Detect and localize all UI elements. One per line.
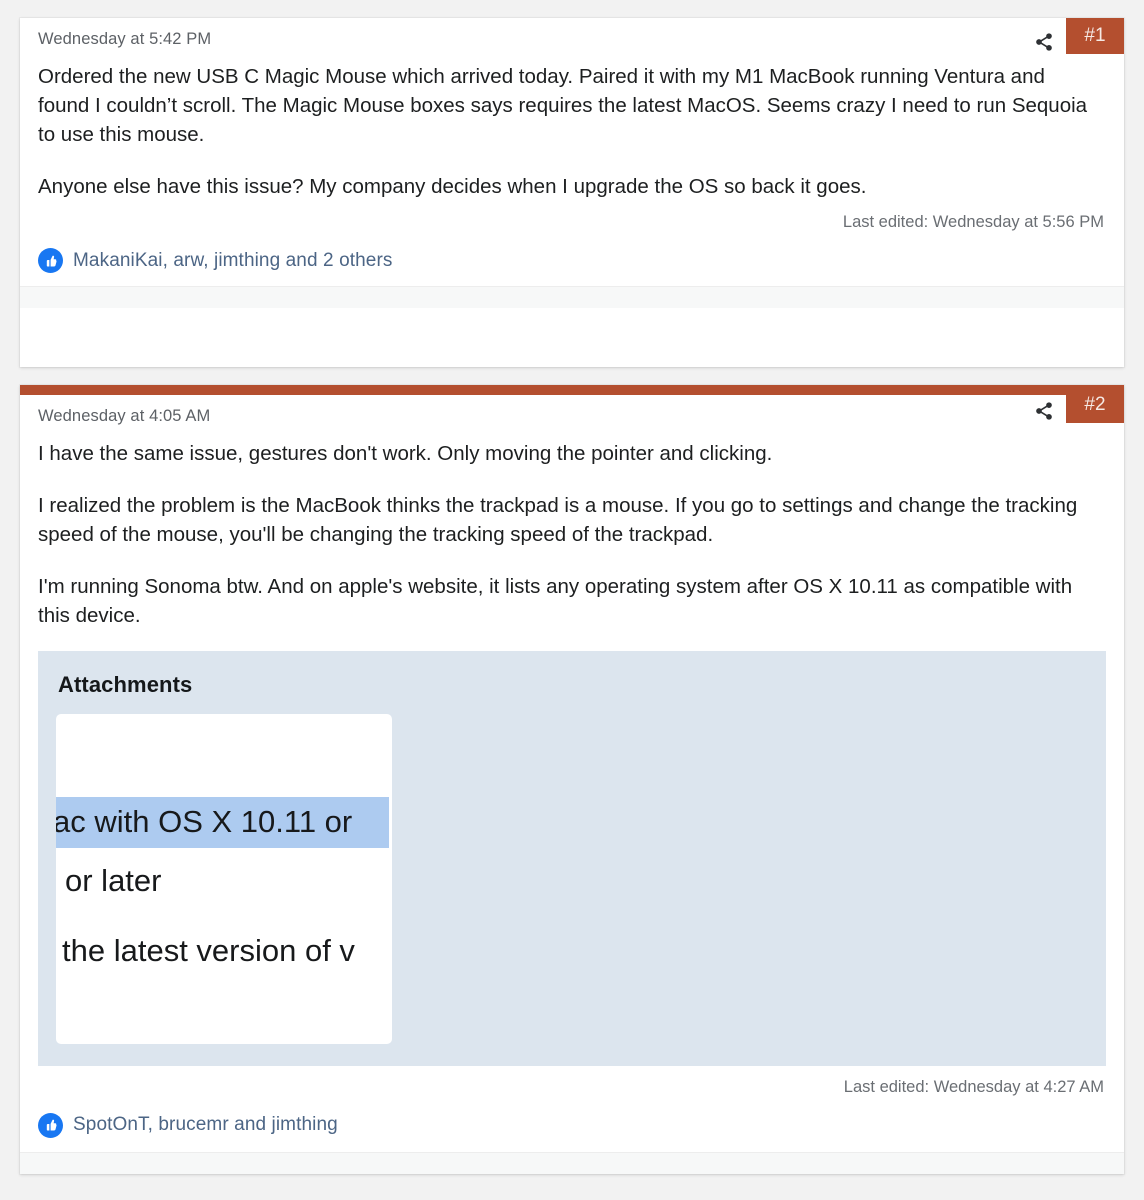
attachment-line-2: or later xyxy=(65,862,162,898)
post-2-content: Wednesday at 4:05 AM #2 I have the same … xyxy=(20,387,1124,1138)
share-icon[interactable] xyxy=(1022,389,1066,433)
post-2-accent-bar xyxy=(20,385,1124,395)
post-1-body: Ordered the new USB C Magic Mouse which … xyxy=(38,62,1106,201)
post-2-date: Wednesday at 4:05 AM xyxy=(38,407,211,425)
post-2-likes-text[interactable]: SpotOnT, brucemr and jimthing xyxy=(73,1114,338,1136)
post-2-paragraph-3: I'm running Sonoma btw. And on apple's w… xyxy=(38,575,1073,628)
post-1-paragraph-2: Anyone else have this issue? My company … xyxy=(38,175,867,199)
post-1-number-badge[interactable]: #1 xyxy=(1066,18,1124,54)
thread-page: Wednesday at 5:42 PM #1 Ordered the new … xyxy=(0,0,1144,1200)
post-2-body: I have the same issue, gestures don't wo… xyxy=(38,439,1106,631)
post-2-number-badge[interactable]: #2 xyxy=(1066,387,1124,423)
post-1-likes-row: MakaniKai, arw, jimthing and 2 others xyxy=(38,232,1106,274)
thumbs-up-icon xyxy=(38,1112,63,1138)
post-2: Wednesday at 4:05 AM #2 I have the same … xyxy=(20,385,1124,1174)
post-1-footer-strip xyxy=(20,286,1124,309)
post-2-paragraph-1: I have the same issue, gestures don't wo… xyxy=(38,442,773,465)
post-2-paragraph-2: I realized the problem is the MacBook th… xyxy=(38,494,1078,547)
post-1-tools: #1 xyxy=(1022,8,1124,64)
post-1-likes-text[interactable]: MakaniKai, arw, jimthing and 2 others xyxy=(73,250,392,272)
post-1-paragraph-1: Ordered the new USB C Magic Mouse which … xyxy=(38,65,1088,147)
post-1: Wednesday at 5:42 PM #1 Ordered the new … xyxy=(20,18,1124,367)
post-2-last-edited: Last edited: Wednesday at 4:27 AM xyxy=(843,1077,1104,1096)
post-2-tools: #2 xyxy=(1022,387,1124,433)
attachment-line-1: ac with OS X 10.11 or xyxy=(56,796,389,848)
post-2-header: Wednesday at 4:05 AM #2 xyxy=(38,387,1124,439)
thumbs-up-icon xyxy=(38,248,63,274)
attachments-panel: Attachments ac with OS X 10.11 or or lat… xyxy=(38,650,1106,1066)
post-1-header: Wednesday at 5:42 PM #1 xyxy=(38,18,1124,62)
post-1-last-edited: Last edited: Wednesday at 5:56 PM xyxy=(842,213,1104,232)
attachment-line-3: the latest version of v xyxy=(62,932,355,968)
post-2-likes-row: SpotOnT, brucemr and jimthing xyxy=(38,1097,1106,1138)
post-2-footer-strip xyxy=(20,1151,1124,1174)
attachments-title: Attachments xyxy=(58,671,193,697)
post-1-content: Wednesday at 5:42 PM #1 Ordered the new … xyxy=(20,18,1124,274)
share-icon[interactable] xyxy=(1022,20,1066,64)
attachment-thumbnail[interactable]: ac with OS X 10.11 or or later the lates… xyxy=(56,713,392,1044)
attachment-thumbnail-text: ac with OS X 10.11 or or later the lates… xyxy=(56,714,392,1044)
post-1-date: Wednesday at 5:42 PM xyxy=(38,30,212,48)
